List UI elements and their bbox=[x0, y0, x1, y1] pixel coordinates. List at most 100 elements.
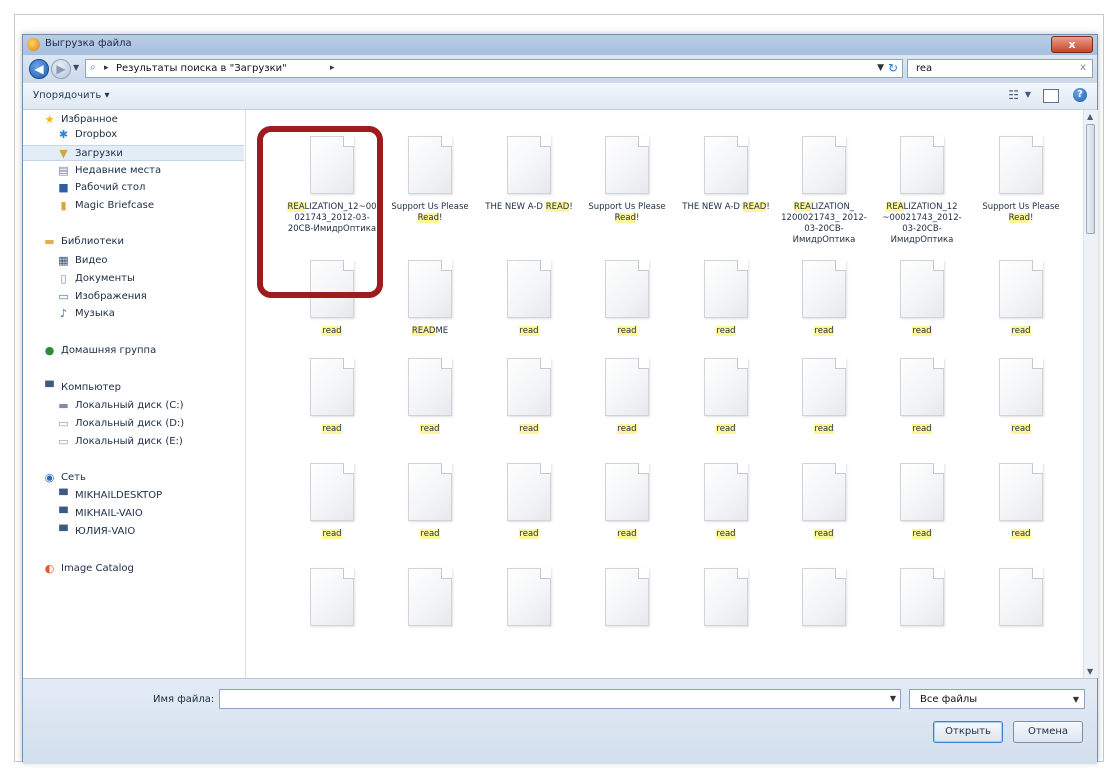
preview-pane-icon[interactable] bbox=[1043, 89, 1059, 103]
file-name: read bbox=[581, 326, 673, 337]
sidebar-item[interactable]: ▯ Документы bbox=[23, 271, 244, 287]
file-item[interactable]: read bbox=[678, 459, 774, 569]
search-value[interactable]: rea bbox=[916, 63, 932, 74]
search-input[interactable]: rea x bbox=[907, 59, 1093, 78]
sidebar-item-label: Библиотеки bbox=[61, 236, 125, 247]
file-item[interactable]: THE NEW A-D READ! bbox=[481, 132, 577, 242]
cancel-button[interactable]: Отмена bbox=[1013, 721, 1083, 743]
sidebar-item[interactable]: ✱ Dropbox bbox=[23, 127, 244, 143]
sidebar-item[interactable]: ▀ Компьютер bbox=[23, 380, 244, 396]
sidebar-item[interactable]: ▼ Загрузки bbox=[23, 145, 244, 161]
views-icon[interactable]: ☷ bbox=[1008, 88, 1019, 102]
breadcrumb-path[interactable]: Результаты поиска в "Загрузки" bbox=[116, 63, 287, 74]
sidebar-item[interactable]: ▀ ЮЛИЯ-VAIO bbox=[23, 524, 244, 540]
sidebar-item-label: MIKHAILDESKTOP bbox=[75, 490, 163, 501]
file-item[interactable]: read bbox=[579, 256, 675, 366]
sidebar-item[interactable]: ♪ Музыка bbox=[23, 306, 244, 322]
sidebar-item[interactable]: ▀ MIKHAIL-VAIO bbox=[23, 506, 244, 522]
file-item[interactable]: REALIZATION_ 1200021743_ 2012-03-20CB-Им… bbox=[776, 132, 872, 245]
file-item[interactable]: THE NEW A-D READ! bbox=[678, 132, 774, 242]
file-item[interactable]: read bbox=[776, 459, 872, 569]
sidebar-item[interactable]: ◉ Сеть bbox=[23, 470, 244, 486]
file-item[interactable]: read bbox=[874, 256, 970, 366]
file-item[interactable]: read bbox=[382, 354, 478, 464]
file-item[interactable] bbox=[579, 564, 675, 674]
sidebar-item[interactable]: ▭ Изображения bbox=[23, 289, 244, 305]
scroll-down-icon[interactable]: ▼ bbox=[1087, 667, 1093, 676]
sidebar-item[interactable]: ▤ Недавние места bbox=[23, 163, 244, 179]
sidebar-item[interactable]: ▮ Magic Briefcase bbox=[23, 198, 244, 214]
file-item[interactable]: read bbox=[678, 354, 774, 464]
search-match-highlight: read bbox=[716, 326, 736, 336]
file-item[interactable]: Support Us Please Read! bbox=[973, 132, 1069, 242]
open-button[interactable]: Открыть bbox=[933, 721, 1003, 743]
sidebar-item[interactable]: ★ Избранное bbox=[23, 112, 244, 128]
chevron-down-icon[interactable]: ▼ bbox=[73, 63, 79, 72]
sidebar-item[interactable]: ▦ Видео bbox=[23, 253, 244, 269]
document-file-icon bbox=[802, 358, 846, 416]
document-file-icon bbox=[999, 358, 1043, 416]
file-item[interactable]: Support Us Please Read! bbox=[382, 132, 478, 242]
path-breadcrumb[interactable]: ⌕ ▸ Результаты поиска в "Загрузки" ▸ ▼ ↻ bbox=[85, 59, 903, 78]
file-item[interactable]: README bbox=[382, 256, 478, 366]
file-item[interactable]: read bbox=[776, 354, 872, 464]
file-item[interactable] bbox=[481, 564, 577, 674]
sidebar-item[interactable]: ▀ MIKHAILDESKTOP bbox=[23, 488, 244, 504]
sidebar-item[interactable]: ◐ Image Catalog bbox=[23, 561, 244, 577]
back-arrow-icon[interactable]: ◀ bbox=[29, 59, 49, 79]
chevron-down-icon[interactable]: ▼ bbox=[890, 694, 896, 703]
file-item[interactable]: read bbox=[874, 354, 970, 464]
file-item[interactable] bbox=[678, 564, 774, 674]
chevron-down-icon[interactable]: ▼ bbox=[1073, 695, 1079, 704]
chevron-down-icon[interactable]: ▼ bbox=[1025, 90, 1031, 99]
file-item[interactable]: read bbox=[973, 256, 1069, 366]
vertical-scrollbar[interactable]: ▲ ▼ bbox=[1083, 110, 1098, 678]
file-item[interactable]: REALIZATION_12 ~00021743_2012-03-20CB-Им… bbox=[874, 132, 970, 245]
search-match-highlight: Read bbox=[417, 213, 439, 223]
dropbox-icon: ✱ bbox=[58, 128, 69, 141]
scroll-up-icon[interactable]: ▲ bbox=[1087, 112, 1093, 121]
sidebar-item[interactable]: ▬ Локальный диск (C:) bbox=[23, 398, 244, 414]
file-item[interactable]: read bbox=[481, 459, 577, 569]
filename-input[interactable]: ▼ bbox=[219, 689, 901, 709]
sidebar-item[interactable]: ▭ Локальный диск (D:) bbox=[23, 416, 244, 432]
file-item[interactable]: read bbox=[874, 459, 970, 569]
file-item[interactable]: read bbox=[382, 459, 478, 569]
help-icon[interactable]: ? bbox=[1073, 88, 1087, 102]
file-item[interactable]: read bbox=[481, 256, 577, 366]
file-item[interactable] bbox=[973, 564, 1069, 674]
file-item[interactable]: read bbox=[678, 256, 774, 366]
search-results-icon: ⌕ bbox=[90, 62, 96, 73]
forward-arrow-icon[interactable]: ▶ bbox=[51, 59, 71, 79]
sidebar-item[interactable]: ● Домашняя группа bbox=[23, 343, 244, 359]
organize-menu-button[interactable]: Упорядочить ▾ bbox=[33, 90, 109, 101]
document-file-icon bbox=[605, 463, 649, 521]
file-item[interactable] bbox=[776, 564, 872, 674]
close-button[interactable]: x bbox=[1051, 36, 1093, 53]
clear-search-icon[interactable]: x bbox=[1080, 62, 1086, 73]
document-file-icon bbox=[310, 568, 354, 626]
file-item[interactable]: read bbox=[284, 354, 380, 464]
file-item[interactable]: Support Us Please Read! bbox=[579, 132, 675, 242]
desktop-icon: ■ bbox=[58, 181, 69, 194]
file-item[interactable]: read bbox=[579, 354, 675, 464]
breadcrumb-separator-end[interactable]: ▸ bbox=[330, 63, 335, 73]
file-item[interactable] bbox=[284, 564, 380, 674]
file-type-value[interactable]: Все файлы bbox=[920, 694, 977, 705]
file-item[interactable] bbox=[874, 564, 970, 674]
file-item[interactable]: read bbox=[776, 256, 872, 366]
sidebar-item[interactable]: ▭ Локальный диск (E:) bbox=[23, 434, 244, 450]
file-item[interactable]: read bbox=[973, 459, 1069, 569]
sidebar-item[interactable]: ■ Рабочий стол bbox=[23, 180, 244, 196]
refresh-icon[interactable]: ↻ bbox=[888, 61, 898, 75]
scrollbar-thumb[interactable] bbox=[1086, 124, 1095, 234]
chevron-down-icon[interactable]: ▼ bbox=[877, 63, 884, 73]
sidebar-item[interactable]: ▬ Библиотеки bbox=[23, 234, 244, 250]
file-item[interactable]: read bbox=[579, 459, 675, 569]
file-type-select[interactable]: Все файлы ▼ bbox=[909, 689, 1085, 709]
file-item[interactable]: read bbox=[284, 459, 380, 569]
file-item[interactable]: read bbox=[481, 354, 577, 464]
breadcrumb-separator[interactable]: ▸ bbox=[104, 63, 109, 73]
file-item[interactable]: read bbox=[973, 354, 1069, 464]
file-item[interactable] bbox=[382, 564, 478, 674]
